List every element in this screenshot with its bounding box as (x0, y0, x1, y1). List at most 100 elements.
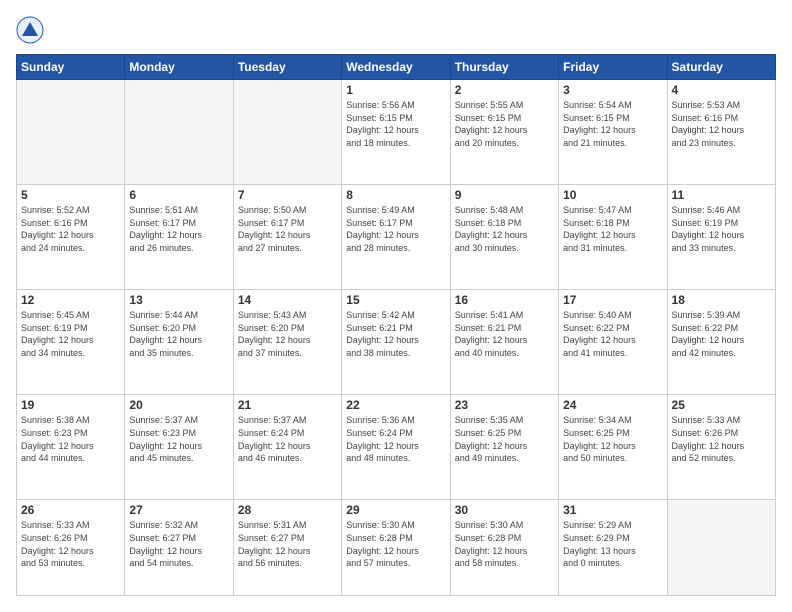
calendar-week-2: 5 Sunrise: 5:52 AM Sunset: 6:16 PM Daylig… (17, 185, 776, 290)
calendar-header-sunday: Sunday (17, 55, 125, 80)
day-number: 25 (672, 398, 771, 412)
calendar-week-5: 26 Sunrise: 5:33 AM Sunset: 6:26 PM Dayli… (17, 500, 776, 596)
calendar-day-21: 21Sunrise: 5:37 AM Sunset: 6:24 PM Dayli… (233, 395, 341, 500)
day-number: 15 (346, 293, 445, 307)
calendar-day-16: 16 Sunrise: 5:41 AM Sunset: 6:21 PM Dayli… (450, 290, 558, 395)
day-info: Sunrise: 5:39 AM Sunset: 6:22 PM Dayligh… (672, 309, 771, 359)
calendar-header-row: SundayMondayTuesdayWednesdayThursdayFrid… (17, 55, 776, 80)
day-number: 10 (563, 188, 662, 202)
calendar-week-4: 19Sunrise: 5:38 AM Sunset: 6:23 PM Dayli… (17, 395, 776, 500)
day-number: 28 (238, 503, 337, 517)
day-number: 20 (129, 398, 228, 412)
day-info: Sunrise: 5:56 AM Sunset: 6:15 PM Dayligh… (346, 99, 445, 149)
calendar-day-17: 17Sunrise: 5:40 AM Sunset: 6:22 PM Dayli… (559, 290, 667, 395)
calendar-day-24: 24 Sunrise: 5:34 AM Sunset: 6:25 PM Dayli… (559, 395, 667, 500)
calendar-day-10: 10 Sunrise: 5:47 AM Sunset: 6:18 PM Dayli… (559, 185, 667, 290)
calendar-header-wednesday: Wednesday (342, 55, 450, 80)
day-number: 5 (21, 188, 120, 202)
calendar-day-1: 1 Sunrise: 5:56 AM Sunset: 6:15 PM Daylig… (342, 80, 450, 185)
day-info: Sunrise: 5:48 AM Sunset: 6:18 PM Dayligh… (455, 204, 554, 254)
day-info: Sunrise: 5:30 AM Sunset: 6:28 PM Dayligh… (455, 519, 554, 569)
day-info: Sunrise: 5:55 AM Sunset: 6:15 PM Dayligh… (455, 99, 554, 149)
day-info: Sunrise: 5:37 AM Sunset: 6:23 PM Dayligh… (129, 414, 228, 464)
calendar-day-12: 12Sunrise: 5:45 AM Sunset: 6:19 PM Dayli… (17, 290, 125, 395)
day-number: 21 (238, 398, 337, 412)
calendar-day-22: 22 Sunrise: 5:36 AM Sunset: 6:24 PM Dayli… (342, 395, 450, 500)
calendar-week-3: 12Sunrise: 5:45 AM Sunset: 6:19 PM Dayli… (17, 290, 776, 395)
day-info: Sunrise: 5:32 AM Sunset: 6:27 PM Dayligh… (129, 519, 228, 569)
day-number: 18 (672, 293, 771, 307)
calendar-day-11: 11 Sunrise: 5:46 AM Sunset: 6:19 PM Dayli… (667, 185, 775, 290)
day-info: Sunrise: 5:31 AM Sunset: 6:27 PM Dayligh… (238, 519, 337, 569)
day-number: 23 (455, 398, 554, 412)
day-info: Sunrise: 5:33 AM Sunset: 6:26 PM Dayligh… (672, 414, 771, 464)
day-number: 26 (21, 503, 120, 517)
calendar-day-27: 27 Sunrise: 5:32 AM Sunset: 6:27 PM Dayli… (125, 500, 233, 596)
calendar-header-friday: Friday (559, 55, 667, 80)
day-number: 30 (455, 503, 554, 517)
calendar-day-empty (125, 80, 233, 185)
calendar-day-empty (233, 80, 341, 185)
day-info: Sunrise: 5:44 AM Sunset: 6:20 PM Dayligh… (129, 309, 228, 359)
header (16, 16, 776, 44)
calendar-day-6: 6 Sunrise: 5:51 AM Sunset: 6:17 PM Daylig… (125, 185, 233, 290)
calendar-day-30: 30 Sunrise: 5:30 AM Sunset: 6:28 PM Dayli… (450, 500, 558, 596)
day-number: 29 (346, 503, 445, 517)
calendar-header-thursday: Thursday (450, 55, 558, 80)
calendar-day-18: 18 Sunrise: 5:39 AM Sunset: 6:22 PM Dayli… (667, 290, 775, 395)
calendar-day-7: 7 Sunrise: 5:50 AM Sunset: 6:17 PM Daylig… (233, 185, 341, 290)
calendar-day-2: 2 Sunrise: 5:55 AM Sunset: 6:15 PM Daylig… (450, 80, 558, 185)
day-info: Sunrise: 5:52 AM Sunset: 6:16 PM Dayligh… (21, 204, 120, 254)
day-info: Sunrise: 5:45 AM Sunset: 6:19 PM Dayligh… (21, 309, 120, 359)
day-info: Sunrise: 5:30 AM Sunset: 6:28 PM Dayligh… (346, 519, 445, 569)
day-number: 7 (238, 188, 337, 202)
calendar-day-14: 14 Sunrise: 5:43 AM Sunset: 6:20 PM Dayli… (233, 290, 341, 395)
day-info: Sunrise: 5:36 AM Sunset: 6:24 PM Dayligh… (346, 414, 445, 464)
day-info: Sunrise: 5:51 AM Sunset: 6:17 PM Dayligh… (129, 204, 228, 254)
day-number: 3 (563, 83, 662, 97)
day-info: Sunrise: 5:46 AM Sunset: 6:19 PM Dayligh… (672, 204, 771, 254)
day-number: 27 (129, 503, 228, 517)
day-info: Sunrise: 5:49 AM Sunset: 6:17 PM Dayligh… (346, 204, 445, 254)
day-info: Sunrise: 5:34 AM Sunset: 6:25 PM Dayligh… (563, 414, 662, 464)
calendar-day-31: 31 Sunrise: 5:29 AM Sunset: 6:29 PM Dayli… (559, 500, 667, 596)
calendar-table: SundayMondayTuesdayWednesdayThursdayFrid… (16, 54, 776, 596)
calendar-day-26: 26 Sunrise: 5:33 AM Sunset: 6:26 PM Dayli… (17, 500, 125, 596)
day-number: 16 (455, 293, 554, 307)
day-info: Sunrise: 5:54 AM Sunset: 6:15 PM Dayligh… (563, 99, 662, 149)
calendar-day-3: 3 Sunrise: 5:54 AM Sunset: 6:15 PM Daylig… (559, 80, 667, 185)
day-number: 13 (129, 293, 228, 307)
day-number: 2 (455, 83, 554, 97)
calendar-day-empty (17, 80, 125, 185)
day-info: Sunrise: 5:43 AM Sunset: 6:20 PM Dayligh… (238, 309, 337, 359)
day-number: 6 (129, 188, 228, 202)
day-info: Sunrise: 5:33 AM Sunset: 6:26 PM Dayligh… (21, 519, 120, 569)
day-info: Sunrise: 5:41 AM Sunset: 6:21 PM Dayligh… (455, 309, 554, 359)
calendar-day-5: 5 Sunrise: 5:52 AM Sunset: 6:16 PM Daylig… (17, 185, 125, 290)
calendar-day-13: 13 Sunrise: 5:44 AM Sunset: 6:20 PM Dayli… (125, 290, 233, 395)
day-number: 14 (238, 293, 337, 307)
calendar-day-25: 25 Sunrise: 5:33 AM Sunset: 6:26 PM Dayli… (667, 395, 775, 500)
calendar-day-29: 29 Sunrise: 5:30 AM Sunset: 6:28 PM Dayli… (342, 500, 450, 596)
calendar-day-23: 23Sunrise: 5:35 AM Sunset: 6:25 PM Dayli… (450, 395, 558, 500)
day-number: 1 (346, 83, 445, 97)
logo-icon (16, 16, 44, 44)
page: SundayMondayTuesdayWednesdayThursdayFrid… (0, 0, 792, 612)
day-number: 4 (672, 83, 771, 97)
day-info: Sunrise: 5:47 AM Sunset: 6:18 PM Dayligh… (563, 204, 662, 254)
day-info: Sunrise: 5:29 AM Sunset: 6:29 PM Dayligh… (563, 519, 662, 569)
day-info: Sunrise: 5:42 AM Sunset: 6:21 PM Dayligh… (346, 309, 445, 359)
calendar-day-8: 8Sunrise: 5:49 AM Sunset: 6:17 PM Daylig… (342, 185, 450, 290)
day-number: 31 (563, 503, 662, 517)
day-number: 11 (672, 188, 771, 202)
day-info: Sunrise: 5:50 AM Sunset: 6:17 PM Dayligh… (238, 204, 337, 254)
calendar-day-19: 19Sunrise: 5:38 AM Sunset: 6:23 PM Dayli… (17, 395, 125, 500)
calendar-day-9: 9 Sunrise: 5:48 AM Sunset: 6:18 PM Daylig… (450, 185, 558, 290)
day-number: 24 (563, 398, 662, 412)
calendar-day-empty (667, 500, 775, 596)
calendar-day-20: 20 Sunrise: 5:37 AM Sunset: 6:23 PM Dayli… (125, 395, 233, 500)
day-number: 9 (455, 188, 554, 202)
calendar-header-saturday: Saturday (667, 55, 775, 80)
day-number: 22 (346, 398, 445, 412)
calendar-header-tuesday: Tuesday (233, 55, 341, 80)
